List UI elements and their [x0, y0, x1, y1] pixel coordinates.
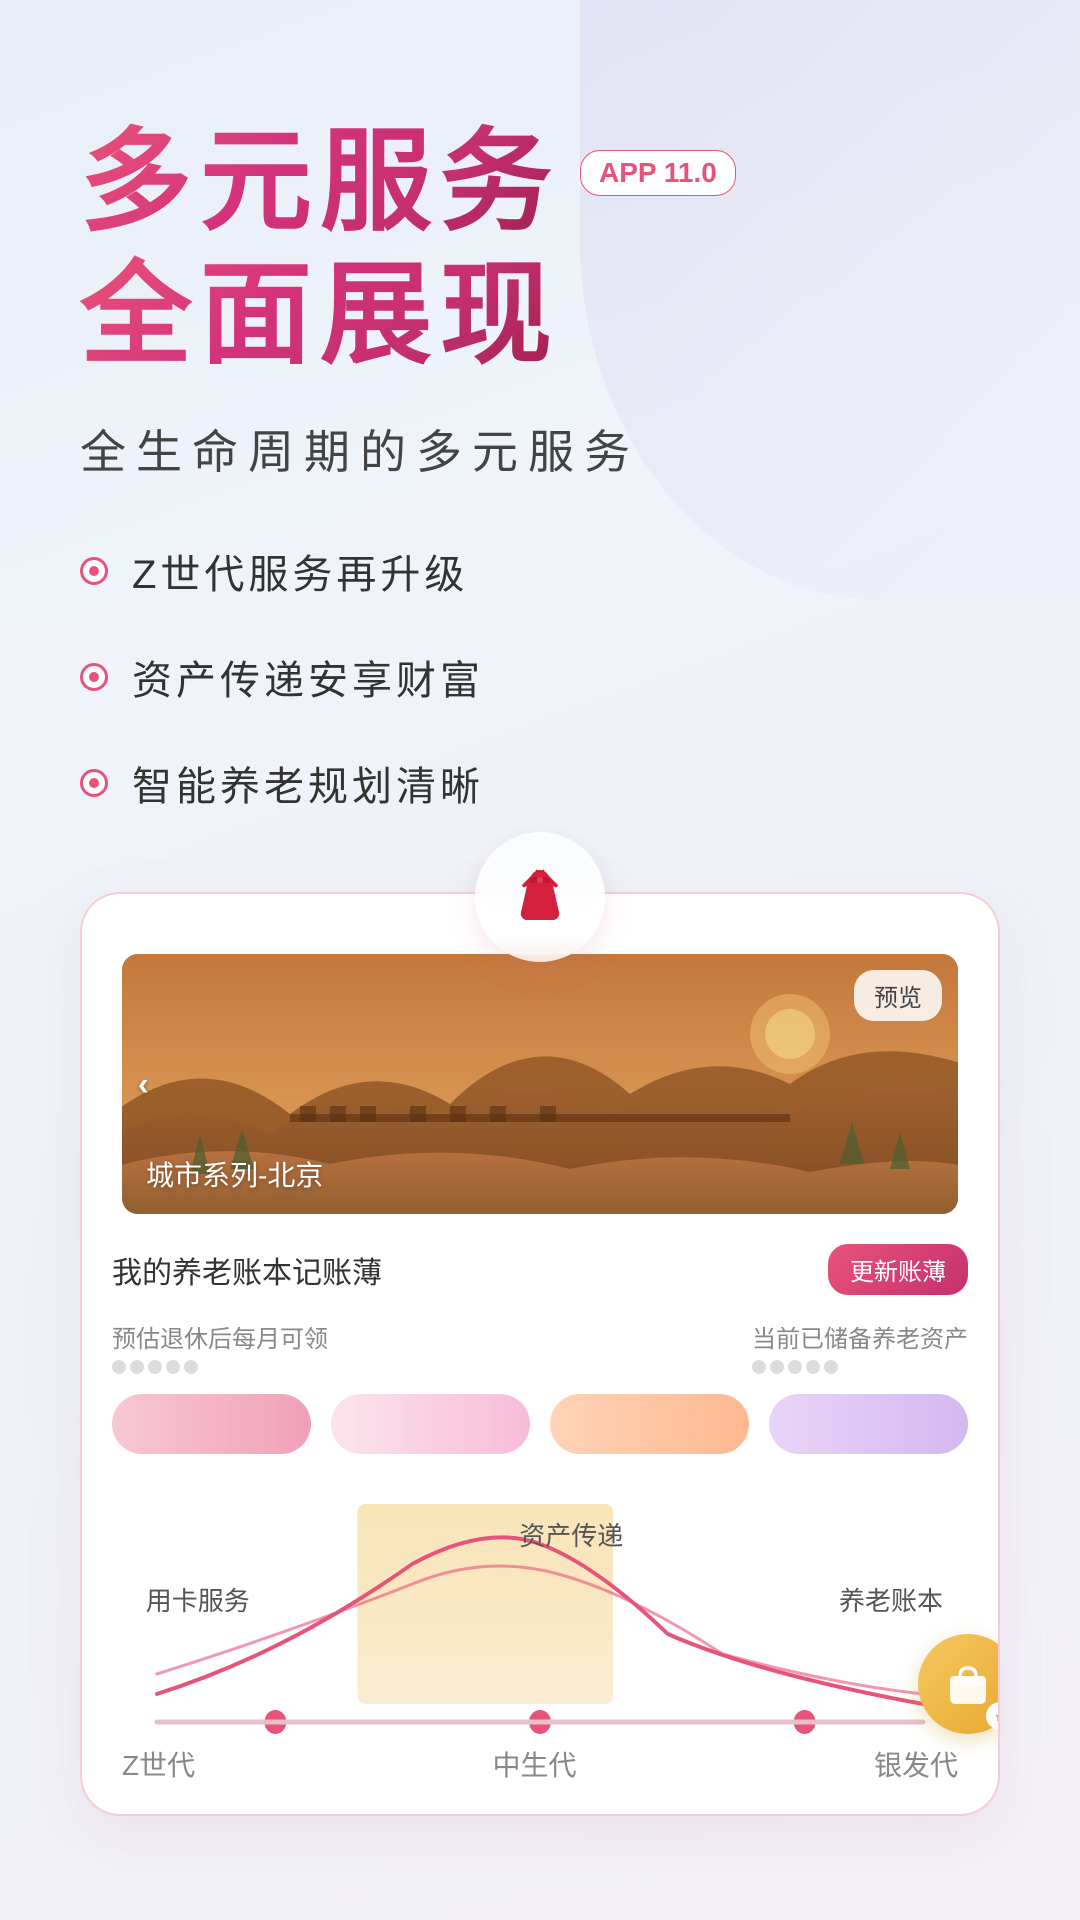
dress-icon — [505, 862, 575, 932]
star-dot — [824, 1360, 838, 1374]
dress-icon-container — [475, 832, 605, 962]
bag-icon-dot — [986, 1702, 1000, 1730]
preview-button[interactable]: 预览 — [854, 970, 942, 1021]
ledger-col1: 预估退休后每月可领 — [112, 1319, 328, 1374]
feature-label-1: Z世代服务再升级 — [132, 542, 468, 600]
hero-section: 多元服务 APP 11.0 全面展现 — [80, 120, 1000, 376]
feature-item-1: Z世代服务再升级 — [80, 542, 1000, 600]
star-dot — [130, 1360, 144, 1374]
update-button[interactable]: 更新账薄 — [828, 1244, 968, 1295]
app-version-badge: APP 11.0 — [580, 150, 736, 196]
ledger-header: 我的养老账本记账薄 更新账薄 — [112, 1244, 968, 1295]
title-line1: 多元服务 APP 11.0 — [80, 120, 1000, 243]
card-area: ‹ 城市系列-北京 预览 我的养老账本记账薄 更新账薄 预估退休后每月可领 — [80, 892, 1000, 1816]
feature-label-2: 资产传递安享财富 — [132, 648, 484, 706]
lifecycle-svg — [102, 1474, 978, 1754]
lifecycle-chart: 用卡服务 资产传递 养老账本 — [102, 1474, 978, 1754]
col1-label: 预估退休后每月可领 — [112, 1319, 328, 1354]
col1-stars — [112, 1360, 328, 1374]
data-bar-2 — [331, 1394, 530, 1454]
star-dot — [770, 1360, 784, 1374]
star-dot — [166, 1360, 180, 1374]
data-bar-4 — [769, 1394, 968, 1454]
title-line2: 全面展现 — [80, 253, 1000, 376]
col2-label: 当前已储备养老资产 — [752, 1319, 968, 1354]
star-dot — [148, 1360, 162, 1374]
feature-dot-3 — [80, 769, 108, 797]
data-bar-3 — [550, 1394, 749, 1454]
bag-icon — [942, 1658, 994, 1710]
feature-item-3: 智能养老规划清晰 — [80, 754, 1000, 812]
feature-list: Z世代服务再升级 资产传递安享财富 智能养老规划清晰 — [80, 542, 1000, 812]
page-wrapper: 多元服务 APP 11.0 全面展现 全生命周期的多元服务 Z世代服务再升级 资… — [0, 0, 1080, 1920]
star-dot — [806, 1360, 820, 1374]
ledger-section: 我的养老账本记账薄 更新账薄 预估退休后每月可领 — [82, 1214, 998, 1474]
main-card: ‹ 城市系列-北京 预览 我的养老账本记账薄 更新账薄 预估退休后每月可领 — [80, 892, 1000, 1816]
star-dot — [752, 1360, 766, 1374]
banner-label: 城市系列-北京 — [146, 1154, 323, 1194]
col2-stars — [752, 1360, 968, 1374]
feature-dot-2 — [80, 663, 108, 691]
feature-label-3: 智能养老规划清晰 — [132, 754, 484, 812]
data-bar-1 — [112, 1394, 311, 1454]
feature-item-2: 资产传递安享财富 — [80, 648, 1000, 706]
star-dot — [112, 1360, 126, 1374]
banner-prev-arrow[interactable]: ‹ — [138, 1066, 149, 1103]
feature-dot-1 — [80, 557, 108, 585]
hero-title-line2: 全面展现 — [80, 252, 560, 377]
ledger-columns: 预估退休后每月可领 当前已储备养老资产 — [112, 1319, 968, 1374]
ledger-col2: 当前已储备养老资产 — [752, 1319, 968, 1374]
star-dot — [184, 1360, 198, 1374]
star-dot — [788, 1360, 802, 1374]
hero-subtitle: 全生命周期的多元服务 — [80, 416, 1000, 482]
ledger-title: 我的养老账本记账薄 — [112, 1248, 382, 1292]
data-bars — [112, 1394, 968, 1454]
banner-area: ‹ 城市系列-北京 预览 — [122, 954, 958, 1214]
lifecycle-section: 用卡服务 资产传递 养老账本 Z世代 中生代 银发代 — [82, 1474, 998, 1814]
hero-title-line1: 多元服务 — [80, 120, 560, 243]
